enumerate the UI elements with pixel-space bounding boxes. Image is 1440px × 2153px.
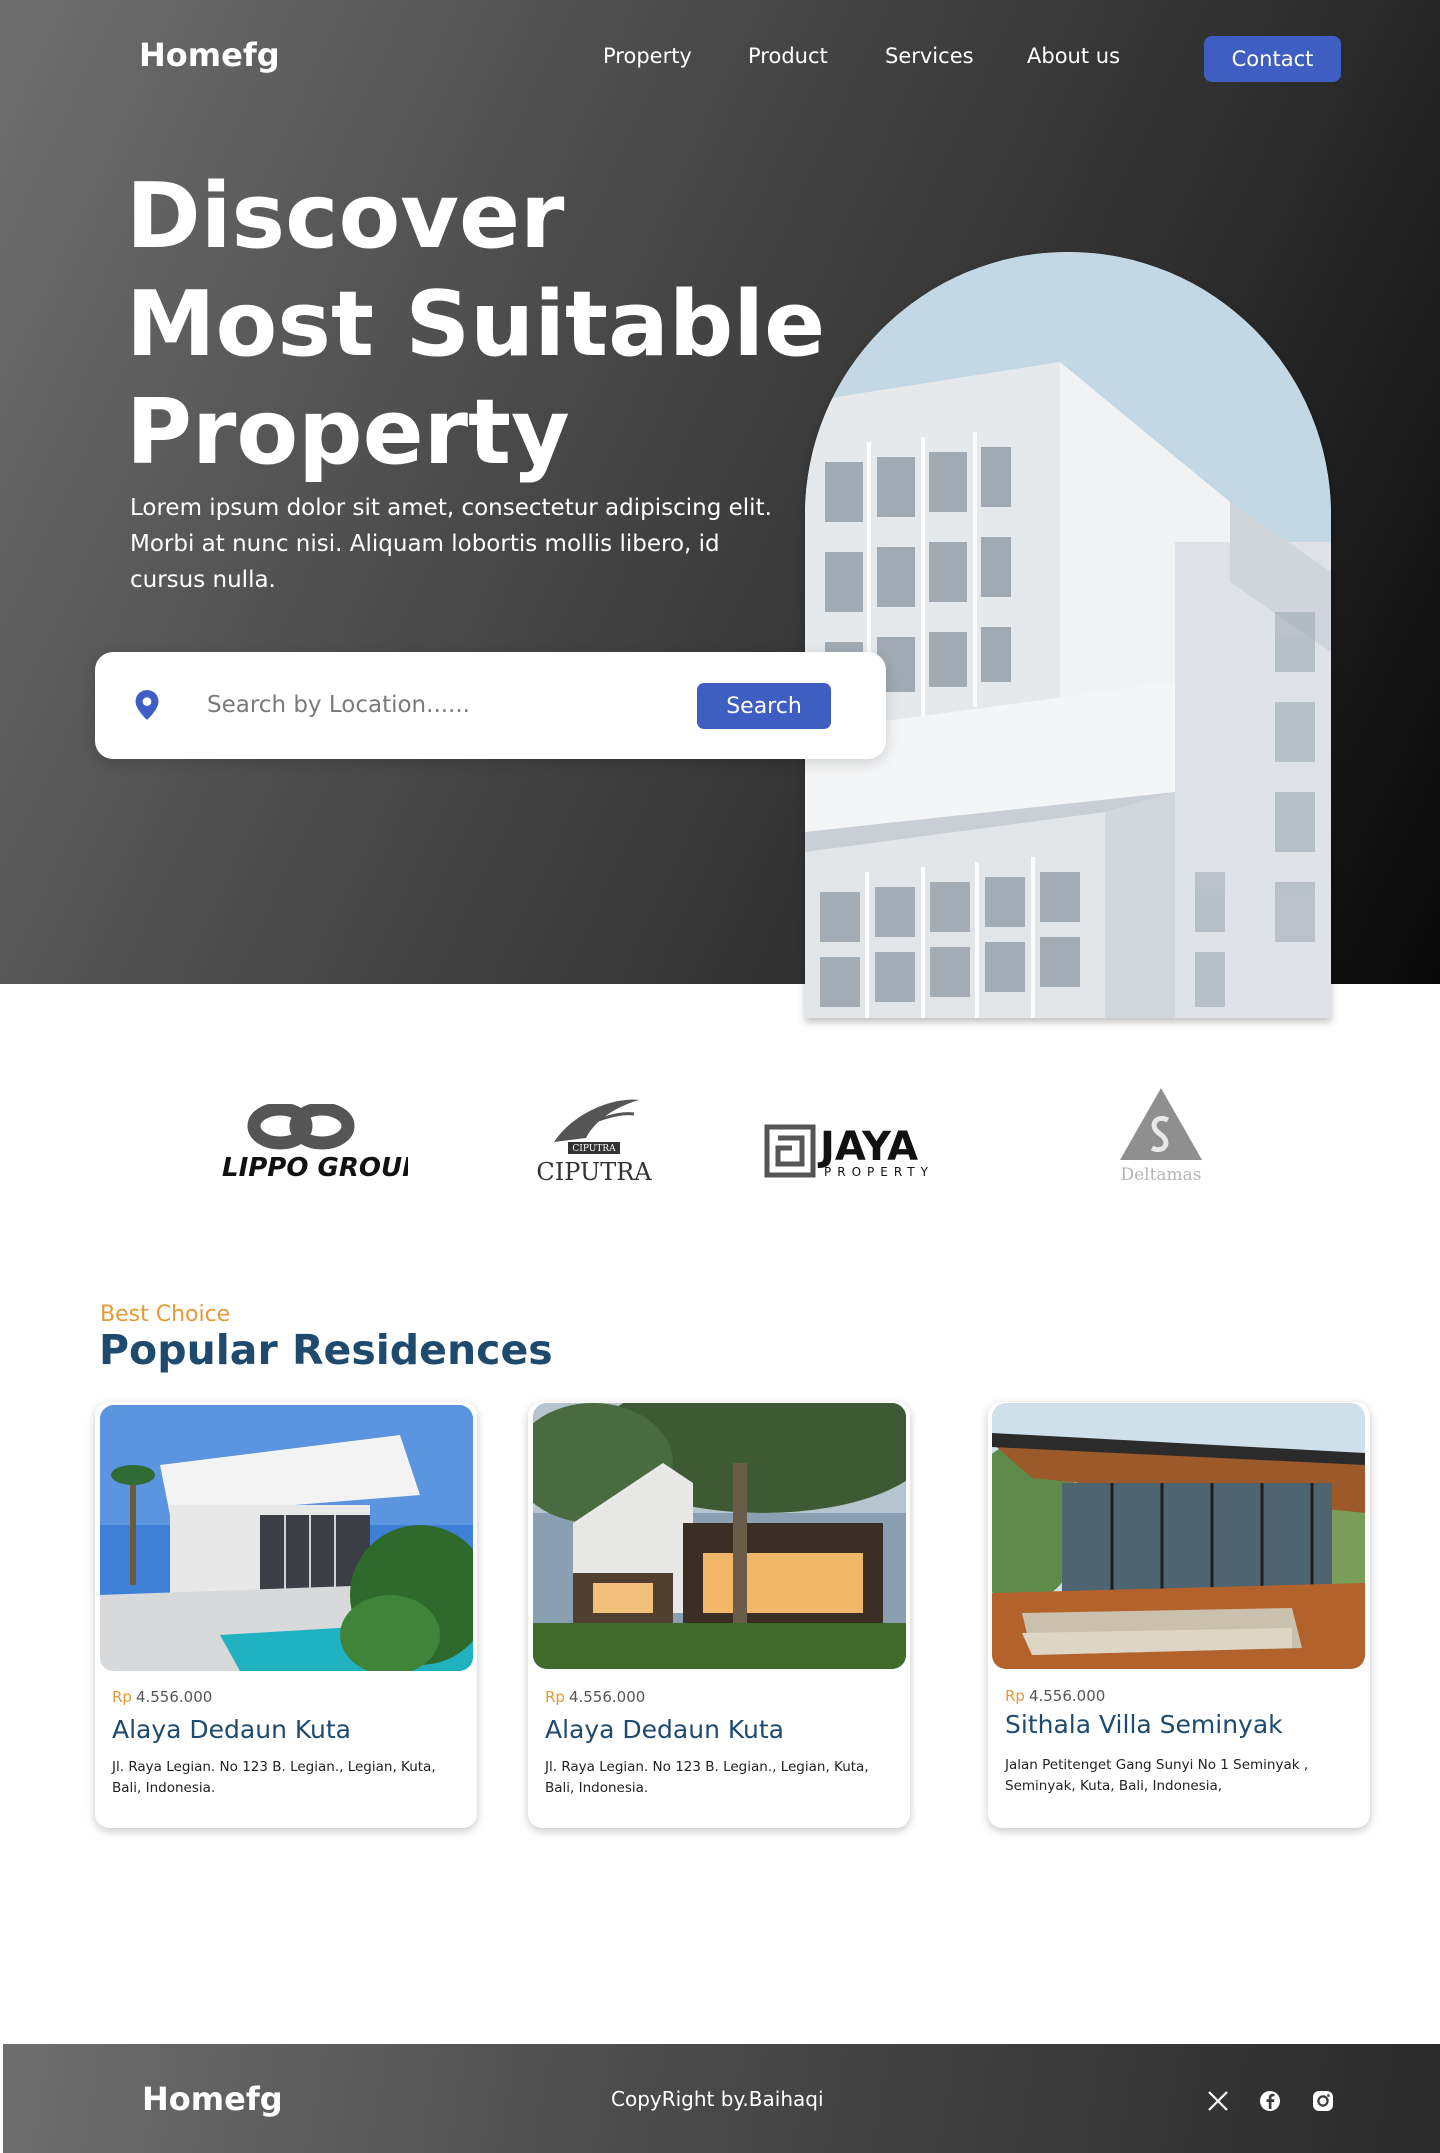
- price-value: 4.556.000: [568, 1688, 646, 1706]
- price-currency: Rp: [545, 1688, 565, 1706]
- partner-logo-deltamas: Deltamas: [1120, 1088, 1202, 1184]
- hero-section: Homefg Property Product Services About u…: [0, 0, 1440, 1018]
- location-search-input[interactable]: [207, 682, 657, 728]
- partner-logo-ciputra: CIPUTRA CIPUTRA: [536, 1099, 652, 1186]
- residence-card[interactable]: Rp 4.556.000 Sithala Villa Seminyak Jalan…: [988, 1402, 1370, 1828]
- location-pin-icon: [135, 690, 159, 720]
- section-eyebrow: Best Choice: [100, 1302, 231, 1327]
- residence-price: Rp 4.556.000: [1005, 1687, 1105, 1705]
- hero-building-image: [805, 252, 1331, 1018]
- x-icon[interactable]: [1206, 2089, 1230, 2113]
- hero-description: Lorem ipsum dolor sit amet, consectetur …: [130, 495, 772, 593]
- partner-logos: LIPPO GROUP CIPUTRA CIPUTRA JAYA PROPERT…: [0, 1080, 1440, 1200]
- headline-line-3: Property: [126, 380, 570, 485]
- residence-address: Jalan Petitenget Gang Sunyi No 1 Seminya…: [1005, 1757, 1309, 1794]
- partner-name-jaya: JAYA: [817, 1124, 918, 1170]
- partner-logo-jaya: JAYA PROPERTY: [764, 1124, 934, 1179]
- headline-line-1: Discover: [126, 164, 565, 269]
- residence-image: [100, 1405, 473, 1671]
- price-currency: Rp: [112, 1688, 132, 1706]
- hero-headline: Discover Most Suitable Property: [126, 163, 846, 487]
- nav-link-property[interactable]: Property: [603, 44, 692, 68]
- copyright-text: CopyRight by.Baihaqi: [611, 2087, 824, 2111]
- residence-address: Jl. Raya Legian. No 123 B. Legian., Legi…: [112, 1759, 436, 1796]
- partner-logo-lippo: LIPPO GROUP: [222, 1104, 408, 1182]
- nav-link-services[interactable]: Services: [885, 44, 974, 68]
- location-search-bar: Search: [95, 652, 886, 759]
- residence-image: [992, 1403, 1365, 1669]
- nav-link-product[interactable]: Product: [748, 44, 828, 68]
- search-button[interactable]: Search: [697, 683, 831, 729]
- partner-name-lippo: LIPPO GROUP: [222, 1153, 408, 1182]
- residence-card[interactable]: Rp 4.556.000 Alaya Dedaun Kuta Jl. Raya L…: [95, 1402, 477, 1828]
- price-value: 4.556.000: [1028, 1687, 1106, 1705]
- residence-name: Sithala Villa Seminyak: [1005, 1710, 1283, 1739]
- price-value: 4.556.000: [135, 1688, 213, 1706]
- residence-price: Rp 4.556.000: [112, 1688, 212, 1706]
- facebook-icon[interactable]: [1258, 2089, 1282, 2113]
- residence-address: Jl. Raya Legian. No 123 B. Legian., Legi…: [545, 1759, 869, 1796]
- partner-sub-jaya: PROPERTY: [824, 1165, 934, 1179]
- section-title: Popular Residences: [99, 1326, 553, 1374]
- price-currency: Rp: [1005, 1687, 1025, 1705]
- residence-card[interactable]: Rp 4.556.000 Alaya Dedaun Kuta Jl. Raya L…: [528, 1402, 910, 1828]
- instagram-icon[interactable]: [1311, 2089, 1335, 2113]
- headline-line-2: Most Suitable: [126, 272, 826, 377]
- partner-name-deltamas: Deltamas: [1120, 1165, 1201, 1184]
- residence-price: Rp 4.556.000: [545, 1688, 645, 1706]
- footer-brand[interactable]: Homefg: [142, 2080, 283, 2118]
- residence-name: Alaya Dedaun Kuta: [112, 1715, 352, 1744]
- footer: Homefg CopyRight by.Baihaqi: [3, 2044, 1440, 2153]
- partner-badge-ciputra: CIPUTRA: [572, 1144, 616, 1154]
- residence-name: Alaya Dedaun Kuta: [545, 1715, 785, 1744]
- brand-logo[interactable]: Homefg: [139, 36, 280, 74]
- residence-image: [533, 1403, 906, 1669]
- partner-name-ciputra: CIPUTRA: [536, 1158, 652, 1186]
- nav-link-about-us[interactable]: About us: [1027, 44, 1120, 68]
- contact-button[interactable]: Contact: [1204, 36, 1341, 82]
